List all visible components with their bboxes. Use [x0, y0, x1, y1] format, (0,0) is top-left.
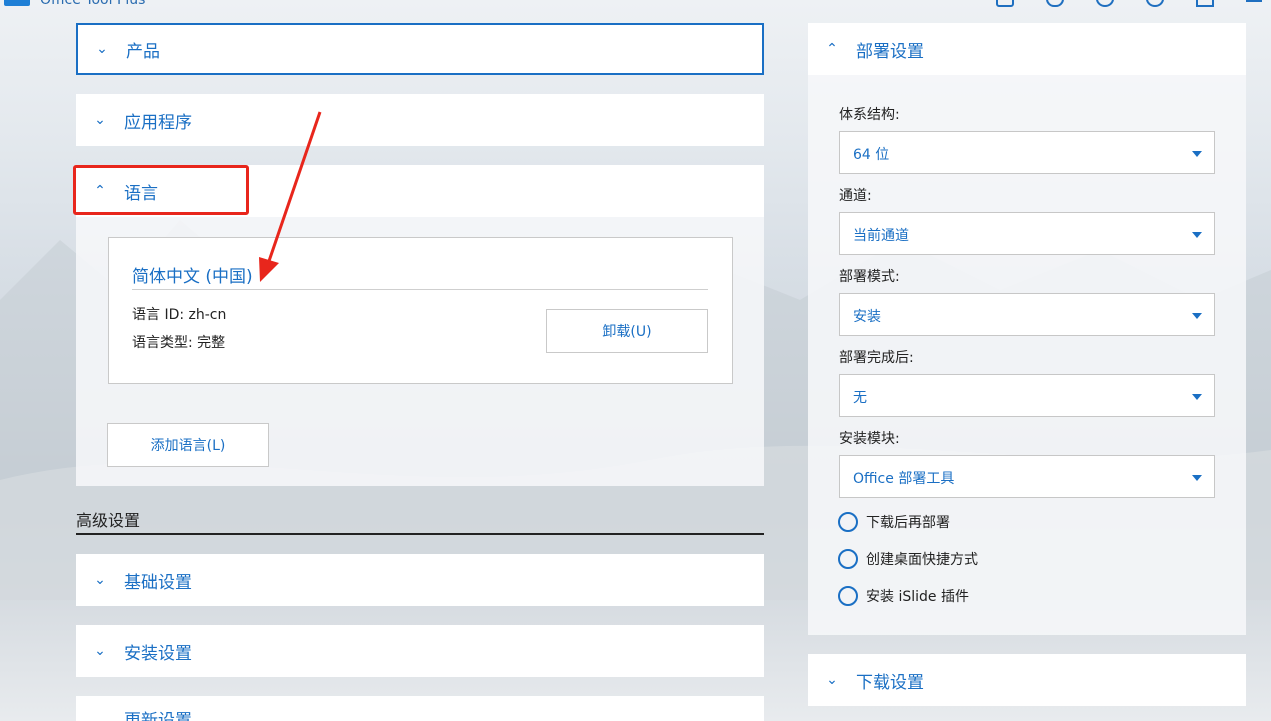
- after-deploy-value: 无: [853, 390, 867, 406]
- caret-down-icon: [1192, 313, 1202, 319]
- caret-down-icon: [1192, 475, 1202, 481]
- chevron-down-icon: ⌄: [94, 112, 106, 128]
- architecture-select[interactable]: 64 位: [839, 131, 1215, 174]
- section-install-settings[interactable]: ⌄ 安装设置: [76, 625, 764, 677]
- title-bar: Office Tool Plus: [0, 0, 1271, 10]
- language-name: 简体中文 (中国): [132, 267, 253, 287]
- caret-down-icon: [1192, 232, 1202, 238]
- add-language-button[interactable]: 添加语言(L): [107, 423, 269, 467]
- channel-value: 当前通道: [853, 228, 909, 244]
- section-apps-label: 应用程序: [124, 112, 192, 133]
- option-install-islide[interactable]: 安装 iSlide 插件: [838, 586, 969, 606]
- section-apps[interactable]: ⌄ 应用程序: [76, 94, 764, 146]
- architecture-label: 体系结构:: [839, 107, 900, 123]
- after-deploy-label: 部署完成后:: [839, 350, 914, 366]
- feedback-icon[interactable]: [1046, 0, 1064, 7]
- section-deploy-settings[interactable]: ⌃ 部署设置: [808, 23, 1246, 75]
- section-download-label: 下载设置: [856, 672, 924, 693]
- chevron-down-icon: ⌄: [94, 643, 106, 659]
- section-update-settings[interactable]: ⌄ 更新设置: [76, 696, 764, 721]
- annotation-highlight-box: [73, 165, 249, 215]
- channel-label: 通道:: [839, 188, 872, 204]
- advanced-divider: [76, 533, 764, 535]
- deploy-mode-label: 部署模式:: [839, 269, 900, 285]
- channel-select[interactable]: 当前通道: [839, 212, 1215, 255]
- install-module-value: Office 部署工具: [853, 471, 955, 487]
- section-deploy-label: 部署设置: [856, 41, 924, 62]
- edit-icon[interactable]: [996, 0, 1014, 7]
- caret-down-icon: [1192, 151, 1202, 157]
- option-label: 安装 iSlide 插件: [866, 589, 969, 605]
- advanced-settings-title: 高级设置: [76, 511, 141, 530]
- chevron-down-icon: ⌄: [96, 41, 108, 57]
- settings-icon[interactable]: [1196, 0, 1214, 7]
- menu-icon[interactable]: [1246, 0, 1262, 2]
- option-label: 下载后再部署: [866, 515, 950, 531]
- section-download-settings[interactable]: ⌄ 下载设置: [808, 654, 1246, 706]
- chevron-up-icon: ⌃: [826, 41, 838, 57]
- chevron-down-icon: ⌄: [94, 713, 106, 721]
- caret-down-icon: [1192, 394, 1202, 400]
- option-create-shortcut[interactable]: 创建桌面快捷方式: [838, 549, 978, 569]
- deploy-mode-select[interactable]: 安装: [839, 293, 1215, 336]
- section-update-label: 更新设置: [124, 711, 192, 721]
- uninstall-button[interactable]: 卸载(U): [546, 309, 708, 353]
- app-logo-icon: [4, 0, 30, 6]
- after-deploy-select[interactable]: 无: [839, 374, 1215, 417]
- language-type: 语言类型: 完整: [132, 335, 226, 351]
- install-module-label: 安装模块:: [839, 431, 900, 447]
- deploy-mode-value: 安装: [853, 309, 881, 325]
- section-products-label: 产品: [126, 41, 160, 62]
- checkbox-circle[interactable]: [838, 549, 858, 569]
- checkbox-circle[interactable]: [838, 586, 858, 606]
- section-basic-label: 基础设置: [124, 572, 192, 593]
- chevron-down-icon: ⌄: [94, 572, 106, 588]
- divider: [132, 289, 708, 290]
- option-label: 创建桌面快捷方式: [866, 552, 978, 568]
- chevron-down-icon: ⌄: [826, 672, 838, 688]
- app-title: Office Tool Plus: [40, 0, 146, 8]
- section-basic-settings[interactable]: ⌄ 基础设置: [76, 554, 764, 606]
- language-id: 语言 ID: zh-cn: [132, 307, 227, 323]
- option-download-then-deploy[interactable]: 下载后再部署: [838, 512, 950, 532]
- section-products[interactable]: ⌄ 产品: [76, 23, 764, 75]
- help-icon[interactable]: [1096, 0, 1114, 7]
- info-icon[interactable]: [1146, 0, 1164, 7]
- section-install-label: 安装设置: [124, 643, 192, 664]
- install-module-select[interactable]: Office 部署工具: [839, 455, 1215, 498]
- language-card: 简体中文 (中国) 语言 ID: zh-cn 语言类型: 完整 卸载(U): [108, 237, 733, 384]
- checkbox-circle[interactable]: [838, 512, 858, 532]
- architecture-value: 64 位: [853, 147, 890, 163]
